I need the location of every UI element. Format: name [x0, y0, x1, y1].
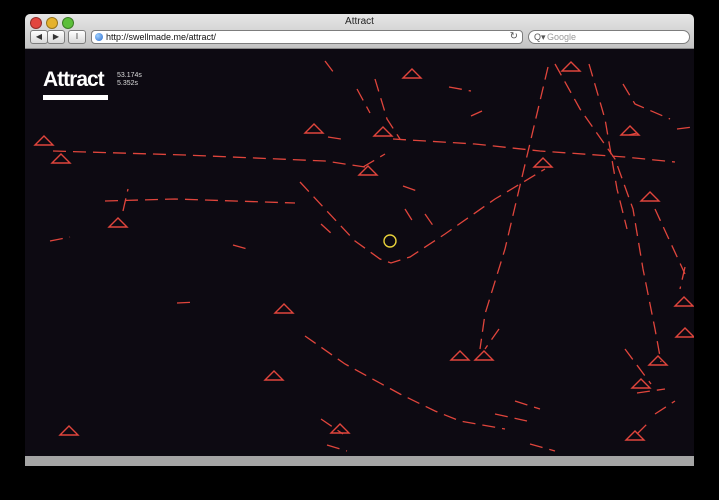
- trail-line: [636, 388, 666, 394]
- game-timer: 53.174s: [117, 72, 142, 79]
- search-placeholder: Google: [547, 32, 577, 42]
- trail-line: [679, 266, 686, 290]
- enemy-triangle-icon: [639, 191, 661, 202]
- address-bar[interactable]: http://swellmade.me/attract/ ↻: [91, 30, 523, 44]
- search-field[interactable]: Q▾ Google: [528, 30, 690, 44]
- trail-line: [176, 301, 198, 304]
- trail-line: [494, 413, 528, 422]
- enemy-triangle-icon: [647, 355, 669, 366]
- enemy-triangle-icon: [58, 425, 80, 436]
- trail-line: [636, 420, 651, 435]
- trail-line: [327, 136, 342, 140]
- back-button[interactable]: ◀: [30, 30, 48, 44]
- enemy-triangle-icon: [303, 123, 325, 134]
- enemy-triangle-icon: [674, 327, 694, 338]
- title-underline: [43, 95, 108, 100]
- enemy-triangle-icon: [532, 157, 554, 168]
- search-icon: Q▾: [534, 32, 546, 42]
- trail-line: [324, 60, 338, 78]
- trail-line: [362, 153, 386, 168]
- enemy-triangle-icon: [630, 378, 652, 389]
- player-ring-icon[interactable]: [383, 234, 397, 248]
- status-bar: [25, 456, 694, 466]
- enemy-triangle-icon: [473, 350, 495, 361]
- browser-window: Attract ◀ ▶ I http://swellmade.me/attrac…: [25, 14, 694, 466]
- trail-line: [479, 66, 549, 350]
- trail-line: [304, 335, 506, 430]
- trail-line: [448, 86, 472, 92]
- globe-icon: [95, 33, 103, 41]
- enemy-triangle-icon: [263, 370, 285, 381]
- title-bar: Attract ◀ ▶ I http://swellmade.me/attrac…: [25, 14, 694, 49]
- trail-line: [654, 400, 676, 415]
- enemy-triangle-icon: [372, 126, 394, 137]
- enemy-triangle-icon: [560, 61, 582, 72]
- trail-line: [326, 444, 348, 452]
- trail-line: [299, 168, 546, 264]
- trail-line: [484, 328, 500, 350]
- window-title: Attract: [345, 16, 374, 27]
- enemy-triangle-icon: [357, 165, 379, 176]
- game-title: Attract: [43, 68, 105, 91]
- trail-line: [49, 236, 71, 242]
- enemy-triangle-icon: [673, 296, 694, 307]
- trail-line: [622, 83, 671, 120]
- enemy-triangle-icon: [449, 350, 471, 361]
- enemy-triangle-icon: [33, 135, 55, 146]
- enemy-triangle-icon: [273, 303, 295, 314]
- trail-line: [554, 63, 662, 363]
- trail-line: [356, 88, 371, 114]
- trail-line: [514, 400, 541, 410]
- trail-line: [374, 78, 401, 140]
- enemy-triangle-icon: [107, 217, 129, 228]
- trail-line: [588, 63, 628, 230]
- trail-line: [624, 348, 652, 385]
- trail-line: [392, 138, 676, 163]
- reader-button[interactable]: I: [68, 30, 86, 44]
- trail-line: [529, 443, 556, 452]
- forward-button[interactable]: ▶: [47, 30, 65, 44]
- enemy-triangle-icon: [401, 68, 423, 79]
- trail-line: [52, 150, 366, 168]
- url-text: http://swellmade.me/attract/: [106, 32, 217, 42]
- trail-line: [320, 223, 334, 236]
- trail-line: [232, 244, 252, 251]
- trail-line: [470, 110, 483, 117]
- game-canvas[interactable]: Attract 53.174s 5.352s: [25, 49, 694, 456]
- trail-line: [104, 198, 296, 204]
- trail-line: [402, 185, 421, 193]
- trail-line: [424, 213, 435, 228]
- game-best-time: 5.352s: [117, 80, 139, 87]
- enemy-triangle-icon: [50, 153, 72, 164]
- game-field[interactable]: [25, 49, 694, 456]
- reload-icon[interactable]: ↻: [510, 31, 518, 43]
- trail-line: [404, 208, 416, 226]
- trail-line: [654, 208, 686, 275]
- trail-line: [676, 126, 694, 130]
- enemy-triangle-icon: [624, 430, 646, 441]
